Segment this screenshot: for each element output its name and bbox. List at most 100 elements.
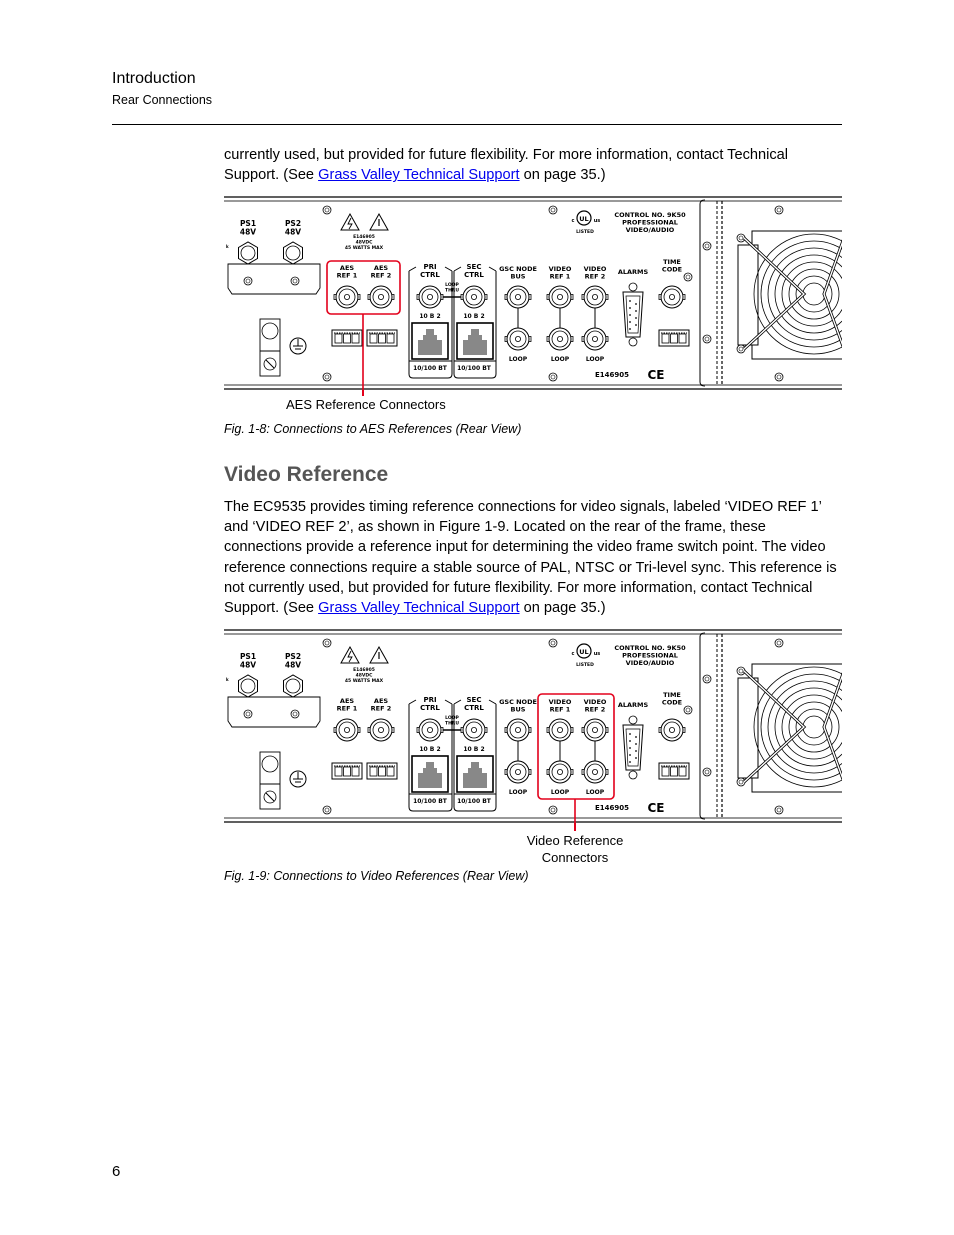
ul-c-text: c — [572, 651, 575, 657]
power-label: 48V — [240, 661, 256, 670]
screw-icon — [702, 334, 712, 344]
terminal-slot — [678, 766, 687, 777]
pri-10b2-label: 10 B 2 — [419, 313, 440, 320]
screw-icon — [243, 276, 253, 286]
db9-pin — [635, 317, 637, 319]
db9-pin — [629, 747, 631, 749]
panel-drawing: PS148VPS248VkE14690548VDC45 WATTS MAXAES… — [224, 196, 842, 390]
db9-pin — [635, 324, 637, 326]
db9-screw-top — [628, 282, 638, 292]
video-callout-label: Video Reference Connectors — [520, 832, 630, 866]
tech-support-link[interactable]: Grass Valley Technical Support — [318, 167, 519, 183]
control-number-label: VIDEO/AUDIO — [626, 226, 675, 234]
terminal-slot — [334, 333, 343, 344]
db9-pin — [629, 328, 631, 330]
screw-icon — [322, 372, 332, 382]
pri-ethernet-label: 10/100 BT — [413, 798, 448, 805]
db9-screw-top — [628, 715, 638, 725]
section-heading: Video Reference — [224, 463, 389, 486]
db9-screw-bottom — [628, 770, 638, 780]
screw-icon — [548, 638, 558, 648]
video-ref-text-end: on page 35.) — [519, 600, 606, 617]
db9-pin — [629, 740, 631, 742]
aes-ref-2-label: REF 2 — [371, 272, 392, 280]
bnc-pin — [344, 294, 351, 301]
terminal-slot — [369, 333, 378, 344]
db9-pin — [629, 300, 631, 302]
intro-text-end: on page 35.) — [519, 167, 606, 184]
ul-mark-text: UL — [579, 215, 588, 223]
screw-icon — [290, 276, 300, 286]
db9-screw-bottom — [628, 337, 638, 347]
sec-10b2-label: 10 B 2 — [463, 313, 484, 320]
aes-ref-1-label: REF 1 — [337, 705, 358, 713]
video-ref-text: The EC9535 provides timing reference con… — [224, 499, 837, 617]
bnc-pin — [591, 727, 598, 734]
mounting-bracket — [227, 696, 321, 728]
callout-line-extension — [362, 390, 364, 396]
callout-line-extension — [574, 823, 576, 831]
screw-icon — [548, 372, 558, 382]
alarms-label: ALARMS — [618, 701, 649, 709]
bnc-pin — [470, 727, 477, 734]
pri-ctrl-label: PRI — [423, 263, 436, 271]
bnc-pin — [591, 768, 598, 775]
edge-mark: k — [226, 677, 229, 682]
bnc-pin — [668, 294, 675, 301]
bnc-pin — [344, 727, 351, 734]
power-rating-label: E146905 — [353, 234, 375, 240]
terminal-slot — [670, 766, 678, 777]
bnc-pin — [514, 294, 521, 301]
power-rating-label: E146905 — [353, 667, 375, 673]
db9-pin — [635, 303, 637, 305]
ground-screw-icon — [261, 322, 279, 340]
loop-thru-label: THRU — [445, 721, 459, 727]
ce-mark-icon: CE — [647, 368, 664, 382]
bnc-pin — [556, 727, 563, 734]
figure-1-9-caption: Fig. 1-9: Connections to Video Reference… — [224, 869, 529, 883]
screw-icon — [322, 638, 332, 648]
power-label: 48V — [285, 661, 301, 670]
video-ref-2-label: REF 2 — [585, 706, 606, 714]
bnc-pin — [470, 294, 477, 301]
aes-ref-1-label: REF 1 — [337, 272, 358, 280]
rear-panel-diagram: PS148VPS248VkE14690548VDC45 WATTS MAXAES… — [224, 196, 842, 390]
page-number: 6 — [112, 1163, 121, 1180]
tech-support-link-2[interactable]: Grass Valley Technical Support — [318, 600, 519, 616]
video-callout-line1: Video Reference — [526, 833, 624, 848]
mounting-bracket — [227, 263, 321, 295]
db9-pin — [629, 321, 631, 323]
terminal-slot — [661, 333, 670, 344]
db9-pin — [629, 307, 631, 309]
terminal-slot — [378, 766, 386, 777]
terminal-slot — [661, 766, 670, 777]
power-connector-ring — [285, 678, 301, 694]
pri-ethernet-label: 10/100 BT — [413, 365, 448, 372]
power-rating-label: 45 WATTS MAX — [345, 245, 384, 251]
screw-icon — [322, 805, 332, 815]
rear-panel-diagram-2: PS148VPS248VkE14690548VDC45 WATTS MAXAES… — [224, 629, 842, 823]
video-callout-line2: Connectors — [541, 850, 609, 865]
edge-mark: k — [226, 244, 229, 249]
control-number-label: VIDEO/AUDIO — [626, 659, 675, 667]
video-reference-paragraph: The EC9535 provides timing reference con… — [224, 497, 844, 618]
sec-ctrl-label: CTRL — [464, 704, 484, 712]
time-code-label: CODE — [662, 699, 682, 707]
bnc-pin — [514, 335, 521, 342]
bnc-pin — [377, 294, 384, 301]
terminal-slot — [678, 333, 687, 344]
terminal-slot — [343, 766, 351, 777]
video-ref-1-label: REF 1 — [550, 273, 571, 281]
terminal-slot — [670, 333, 678, 344]
screw-icon — [736, 344, 746, 354]
screw-icon — [736, 233, 746, 243]
sec-ethernet-label: 10/100 BT — [457, 798, 492, 805]
db9-pin — [629, 314, 631, 316]
screw-icon — [548, 205, 558, 215]
ul-us-text: us — [594, 651, 601, 657]
bnc-pin — [426, 727, 433, 734]
video-ref-1-label: REF 1 — [550, 706, 571, 714]
bnc-pin — [514, 727, 521, 734]
sec-ctrl-label: SEC — [467, 263, 482, 271]
video-ref-2-label: REF 2 — [585, 273, 606, 281]
